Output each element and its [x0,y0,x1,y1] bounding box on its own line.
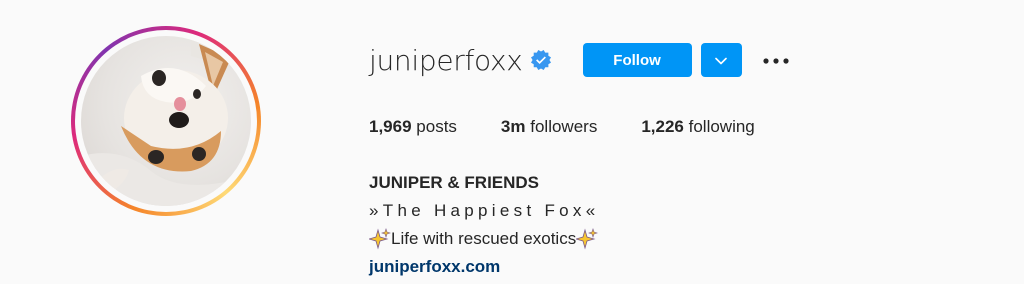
profile-stats: 1,969 posts 3m followers 1,226 following [369,117,799,137]
sparkles-icon [367,228,391,250]
suggested-dropdown-button[interactable] [700,43,742,77]
story-ring[interactable] [71,26,261,216]
bio-description-text: Life with rescued exotics [391,229,577,248]
profile-header: juniperfoxx Follow [369,42,790,78]
chevron-down-icon [715,53,727,68]
verified-badge-icon [530,50,551,70]
username: juniperfoxx [369,43,523,77]
follow-button[interactable]: Follow [582,43,692,77]
fox-avatar-icon [81,36,251,206]
following-count: 1,226 [641,117,684,136]
bio-website-link[interactable]: juniperfoxx.com [369,257,500,276]
following-stat[interactable]: 1,226 following [641,117,754,137]
more-options-button[interactable] [762,46,790,74]
more-dots-icon [762,51,789,69]
profile-bio: JUNIPER & FRIENDS »The Happiest Fox« Lif… [367,169,600,281]
followers-count: 3m [500,117,526,136]
avatar[interactable] [81,36,251,206]
posts-stat: 1,969 posts [369,117,457,137]
following-label: following [688,117,755,136]
followers-stat[interactable]: 3m followers [501,117,597,137]
sparkles-icon [574,228,599,250]
followers-label: followers [530,117,598,136]
posts-count: 1,969 [369,117,412,136]
posts-label: posts [416,117,457,136]
bio-display-name: JUNIPER & FRIENDS [369,173,540,192]
bio-tagline: »The Happiest Fox« [369,201,600,220]
bio-description: Life with rescued exotics [367,225,599,253]
avatar-frame [75,30,257,212]
